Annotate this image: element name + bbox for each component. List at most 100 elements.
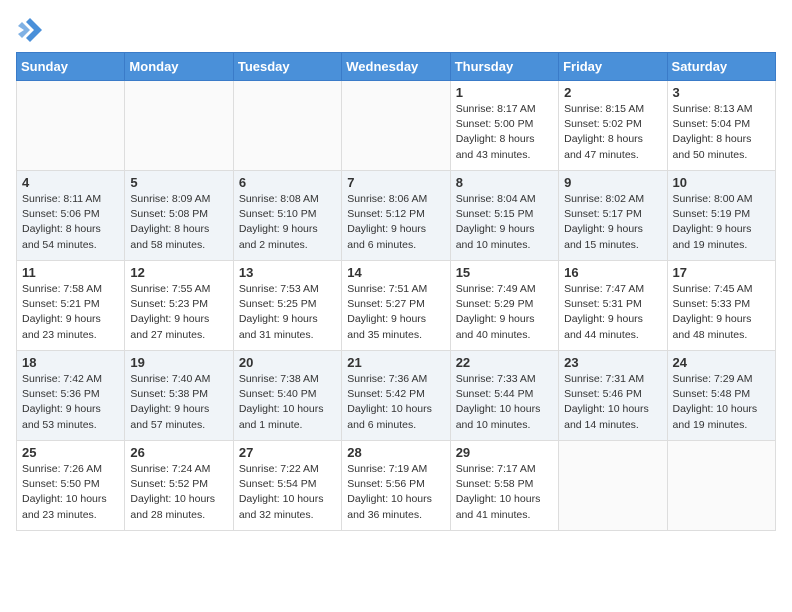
day-info: Sunrise: 7:31 AM Sunset: 5:46 PM Dayligh… — [564, 372, 661, 433]
day-number: 1 — [456, 85, 553, 100]
day-info: Sunrise: 7:42 AM Sunset: 5:36 PM Dayligh… — [22, 372, 119, 433]
day-info: Sunrise: 7:33 AM Sunset: 5:44 PM Dayligh… — [456, 372, 553, 433]
calendar-cell: 8 Sunrise: 8:04 AM Sunset: 5:15 PM Daylig… — [450, 171, 558, 261]
calendar-cell — [667, 441, 775, 531]
calendar-cell: 2 Sunrise: 8:15 AM Sunset: 5:02 PM Daylig… — [559, 81, 667, 171]
day-number: 19 — [130, 355, 227, 370]
calendar-cell: 12Sunrise: 7:55 AM Sunset: 5:23 PM Dayli… — [125, 261, 233, 351]
calendar-cell — [559, 441, 667, 531]
day-info: Sunrise: 8:09 AM Sunset: 5:08 PM Dayligh… — [130, 192, 227, 253]
day-info: Sunrise: 7:49 AM Sunset: 5:29 PM Dayligh… — [456, 282, 553, 343]
logo — [16, 16, 46, 44]
calendar-cell: 21Sunrise: 7:36 AM Sunset: 5:42 PM Dayli… — [342, 351, 450, 441]
day-info: Sunrise: 8:02 AM Sunset: 5:17 PM Dayligh… — [564, 192, 661, 253]
calendar-cell: 17 Sunrise: 7:45 AM Sunset: 5:33 PM Dayli… — [667, 261, 775, 351]
day-number: 8 — [456, 175, 553, 190]
day-number: 29 — [456, 445, 553, 460]
calendar-cell: 22 Sunrise: 7:33 AM Sunset: 5:44 PM Dayli… — [450, 351, 558, 441]
weekday-header-wednesday: Wednesday — [342, 53, 450, 81]
day-info: Sunrise: 7:53 AM Sunset: 5:25 PM Dayligh… — [239, 282, 336, 343]
day-info: Sunrise: 8:00 AM Sunset: 5:19 PM Dayligh… — [673, 192, 770, 253]
day-info: Sunrise: 7:51 AM Sunset: 5:27 PM Dayligh… — [347, 282, 444, 343]
day-number: 7 — [347, 175, 444, 190]
calendar-cell: 29 Sunrise: 7:17 AM Sunset: 5:58 PM Dayli… — [450, 441, 558, 531]
calendar-cell: 13 Sunrise: 7:53 AM Sunset: 5:25 PM Dayli… — [233, 261, 341, 351]
day-number: 2 — [564, 85, 661, 100]
calendar-week-row: 11 Sunrise: 7:58 AM Sunset: 5:21 PM Dayli… — [17, 261, 776, 351]
day-info: Sunrise: 7:38 AM Sunset: 5:40 PM Dayligh… — [239, 372, 336, 433]
weekday-header-monday: Monday — [125, 53, 233, 81]
day-number: 22 — [456, 355, 553, 370]
calendar-table: SundayMondayTuesdayWednesdayThursdayFrid… — [16, 52, 776, 531]
day-info: Sunrise: 8:17 AM Sunset: 5:00 PM Dayligh… — [456, 102, 553, 163]
weekday-header-friday: Friday — [559, 53, 667, 81]
weekday-header-tuesday: Tuesday — [233, 53, 341, 81]
day-number: 26 — [130, 445, 227, 460]
day-number: 25 — [22, 445, 119, 460]
calendar-cell: 9 Sunrise: 8:02 AM Sunset: 5:17 PM Daylig… — [559, 171, 667, 261]
calendar-cell: 26 Sunrise: 7:24 AM Sunset: 5:52 PM Dayli… — [125, 441, 233, 531]
day-info: Sunrise: 8:06 AM Sunset: 5:12 PM Dayligh… — [347, 192, 444, 253]
day-info: Sunrise: 8:04 AM Sunset: 5:15 PM Dayligh… — [456, 192, 553, 253]
day-number: 6 — [239, 175, 336, 190]
day-number: 4 — [22, 175, 119, 190]
day-info: Sunrise: 7:24 AM Sunset: 5:52 PM Dayligh… — [130, 462, 227, 523]
day-info: Sunrise: 7:26 AM Sunset: 5:50 PM Dayligh… — [22, 462, 119, 523]
calendar-cell: 11 Sunrise: 7:58 AM Sunset: 5:21 PM Dayli… — [17, 261, 125, 351]
calendar-week-row: 18 Sunrise: 7:42 AM Sunset: 5:36 PM Dayli… — [17, 351, 776, 441]
day-info: Sunrise: 8:15 AM Sunset: 5:02 PM Dayligh… — [564, 102, 661, 163]
day-info: Sunrise: 8:13 AM Sunset: 5:04 PM Dayligh… — [673, 102, 770, 163]
calendar-cell: 16 Sunrise: 7:47 AM Sunset: 5:31 PM Dayli… — [559, 261, 667, 351]
day-number: 9 — [564, 175, 661, 190]
day-info: Sunrise: 7:45 AM Sunset: 5:33 PM Dayligh… — [673, 282, 770, 343]
calendar-cell — [125, 81, 233, 171]
calendar-week-row: 25 Sunrise: 7:26 AM Sunset: 5:50 PM Dayli… — [17, 441, 776, 531]
logo-icon — [16, 16, 44, 44]
day-info: Sunrise: 7:22 AM Sunset: 5:54 PM Dayligh… — [239, 462, 336, 523]
day-number: 21 — [347, 355, 444, 370]
day-info: Sunrise: 8:08 AM Sunset: 5:10 PM Dayligh… — [239, 192, 336, 253]
calendar-cell: 5 Sunrise: 8:09 AM Sunset: 5:08 PM Daylig… — [125, 171, 233, 261]
calendar-week-row: 4 Sunrise: 8:11 AM Sunset: 5:06 PM Daylig… — [17, 171, 776, 261]
calendar-cell: 20 Sunrise: 7:38 AM Sunset: 5:40 PM Dayli… — [233, 351, 341, 441]
calendar-cell: 18 Sunrise: 7:42 AM Sunset: 5:36 PM Dayli… — [17, 351, 125, 441]
day-number: 15 — [456, 265, 553, 280]
day-number: 10 — [673, 175, 770, 190]
calendar-cell: 4 Sunrise: 8:11 AM Sunset: 5:06 PM Daylig… — [17, 171, 125, 261]
weekday-header-row: SundayMondayTuesdayWednesdayThursdayFrid… — [17, 53, 776, 81]
weekday-header-thursday: Thursday — [450, 53, 558, 81]
day-info: Sunrise: 7:58 AM Sunset: 5:21 PM Dayligh… — [22, 282, 119, 343]
day-number: 27 — [239, 445, 336, 460]
day-info: Sunrise: 7:29 AM Sunset: 5:48 PM Dayligh… — [673, 372, 770, 433]
weekday-header-saturday: Saturday — [667, 53, 775, 81]
day-number: 23 — [564, 355, 661, 370]
day-info: Sunrise: 7:40 AM Sunset: 5:38 PM Dayligh… — [130, 372, 227, 433]
day-info: Sunrise: 7:17 AM Sunset: 5:58 PM Dayligh… — [456, 462, 553, 523]
day-number: 14 — [347, 265, 444, 280]
day-number: 5 — [130, 175, 227, 190]
calendar-cell — [17, 81, 125, 171]
day-number: 3 — [673, 85, 770, 100]
day-number: 11 — [22, 265, 119, 280]
calendar-cell: 24Sunrise: 7:29 AM Sunset: 5:48 PM Dayli… — [667, 351, 775, 441]
calendar-cell: 6 Sunrise: 8:08 AM Sunset: 5:10 PM Daylig… — [233, 171, 341, 261]
day-number: 12 — [130, 265, 227, 280]
calendar-cell: 10 Sunrise: 8:00 AM Sunset: 5:19 PM Dayli… — [667, 171, 775, 261]
calendar-cell: 15 Sunrise: 7:49 AM Sunset: 5:29 PM Dayli… — [450, 261, 558, 351]
day-number: 17 — [673, 265, 770, 280]
day-number: 18 — [22, 355, 119, 370]
day-number: 20 — [239, 355, 336, 370]
calendar-cell: 25 Sunrise: 7:26 AM Sunset: 5:50 PM Dayli… — [17, 441, 125, 531]
day-info: Sunrise: 7:47 AM Sunset: 5:31 PM Dayligh… — [564, 282, 661, 343]
day-number: 16 — [564, 265, 661, 280]
calendar-cell: 28Sunrise: 7:19 AM Sunset: 5:56 PM Dayli… — [342, 441, 450, 531]
day-number: 13 — [239, 265, 336, 280]
calendar-cell: 3 Sunrise: 8:13 AM Sunset: 5:04 PM Daylig… — [667, 81, 775, 171]
calendar-cell: 1 Sunrise: 8:17 AM Sunset: 5:00 PM Daylig… — [450, 81, 558, 171]
calendar-cell — [342, 81, 450, 171]
weekday-header-sunday: Sunday — [17, 53, 125, 81]
day-info: Sunrise: 8:11 AM Sunset: 5:06 PM Dayligh… — [22, 192, 119, 253]
calendar-cell: 23 Sunrise: 7:31 AM Sunset: 5:46 PM Dayli… — [559, 351, 667, 441]
day-info: Sunrise: 7:19 AM Sunset: 5:56 PM Dayligh… — [347, 462, 444, 523]
calendar-cell — [233, 81, 341, 171]
